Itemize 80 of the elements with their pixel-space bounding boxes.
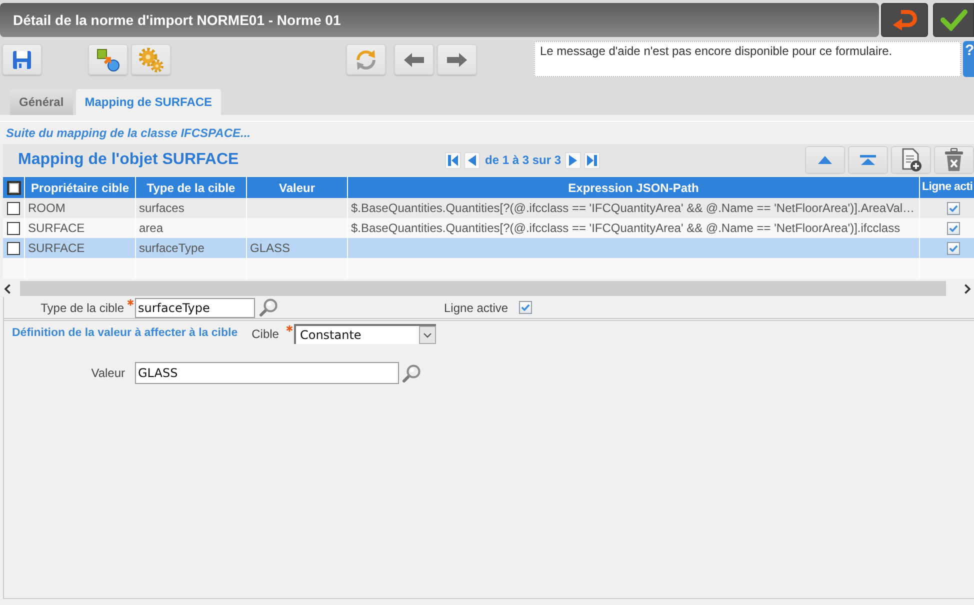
chevron-right-icon[interactable] <box>964 284 971 294</box>
refresh-icon <box>354 48 378 72</box>
checkmark-icon <box>940 9 968 31</box>
column-header: Propriétaire cible <box>30 180 130 196</box>
field-label: Cible <box>252 326 279 343</box>
delete-button[interactable] <box>934 146 974 174</box>
scrollbar-thumb[interactable] <box>20 281 946 296</box>
next-page-button[interactable] <box>565 152 582 168</box>
table-cell-text: SURFACE <box>28 220 85 237</box>
field-label: Ligne active <box>444 300 508 316</box>
section-subtitle: Suite du mapping de la classe IFCSPACE... <box>6 125 250 142</box>
previous-page-button[interactable] <box>464 152 480 168</box>
table-row[interactable]: SURFACE area $.BaseQuantities.Quantities[?(@.ifcclass == 'IFCQuantityArea' && @.Name == 'NetFloorArea')].ifcclass <box>3 218 974 238</box>
pagination-text: de 1 à 3 sur 3 <box>485 152 562 169</box>
table-cell-text: ROOM <box>28 200 66 217</box>
save-button[interactable] <box>2 44 42 75</box>
text-input[interactable]: surfaceType <box>135 298 255 318</box>
column-header: Type de la cible <box>146 180 236 196</box>
help-button[interactable]: ? <box>963 41 974 77</box>
shapes-icon <box>96 48 120 72</box>
column-header: Ligne acti <box>922 180 973 195</box>
refresh-button[interactable] <box>346 44 386 75</box>
confirm-button[interactable] <box>933 3 974 37</box>
gears-icon <box>138 46 164 72</box>
checkmark-icon <box>948 224 958 232</box>
field-label: Valeur <box>90 365 125 382</box>
arrow-left-icon <box>403 52 425 68</box>
trash-icon <box>944 148 964 172</box>
u-turn-arrow-icon <box>892 9 918 31</box>
shapes-tool-button[interactable] <box>88 44 128 75</box>
tab[interactable]: Général <box>10 89 73 115</box>
table-cell-text: SURFACE <box>28 240 85 257</box>
tab[interactable]: Mapping de SURFACE <box>76 89 222 115</box>
text-input[interactable]: GLASS <box>135 362 399 384</box>
grid-title: Mapping de l'objet SURFACE <box>18 150 239 170</box>
caret-up-bar-icon <box>860 155 876 165</box>
checkbox[interactable] <box>6 180 20 194</box>
previous-button[interactable] <box>394 44 434 75</box>
triangle-right-icon <box>569 154 578 166</box>
move-up-button[interactable] <box>805 146 845 174</box>
table-cell-text: surfaces <box>139 200 184 217</box>
last-page-button[interactable] <box>584 152 600 168</box>
search-icon[interactable] <box>402 364 421 382</box>
table-cell-text: area <box>139 220 164 237</box>
arrow-right-icon <box>446 52 468 68</box>
table-cell-text: $.BaseQuantities.Quantities[?(@.ifcclass == 'IFCQuantityArea' && @.Name == 'NetFloorArea')].ifcclass <box>351 220 900 237</box>
window-title: Détail de la norme d'import NORME01 - Norme 01 <box>13 10 341 30</box>
column-header: Valeur <box>278 180 316 196</box>
checkbox[interactable] <box>519 301 532 314</box>
checkmark-icon <box>948 204 958 212</box>
help-message: Le message d'aide n'est pas encore disponible pour ce formulaire. <box>534 41 961 77</box>
settings-button[interactable] <box>131 44 171 75</box>
table-cell-text: $.BaseQuantities.Quantities[?(@.ifcclass == 'IFCQuantityArea' && @.Name == 'NetFloorArea')].AreaVal… <box>351 200 915 217</box>
table-row[interactable]: ROOM surfaces $.BaseQuantities.Quantities[?(@.ifcclass == 'IFCQuantityArea' && @.Name == 'NetFloorArea')].AreaVal… <box>3 198 974 218</box>
next-button[interactable] <box>437 44 477 75</box>
checkmark-icon <box>521 304 530 311</box>
checkbox[interactable] <box>946 222 960 234</box>
table-cell-text: surfaceType <box>139 240 204 257</box>
column-header: Expression JSON-Path <box>568 180 699 196</box>
checkbox[interactable] <box>7 222 20 234</box>
add-row-button[interactable] <box>891 146 931 174</box>
skip-forward-icon <box>587 154 598 166</box>
checkbox[interactable] <box>7 202 20 214</box>
checkmark-icon <box>948 244 958 252</box>
chevron-left-icon[interactable] <box>4 284 11 294</box>
checkbox[interactable] <box>7 242 20 254</box>
back-button[interactable] <box>881 3 928 37</box>
document-plus-icon <box>900 148 922 172</box>
search-icon[interactable] <box>259 298 278 317</box>
checkbox[interactable] <box>946 202 960 214</box>
dropdown-select[interactable]: Constante <box>294 324 436 344</box>
checkbox[interactable] <box>946 242 960 254</box>
triangle-left-icon <box>468 154 476 166</box>
table-row[interactable]: SURFACE surfaceType GLASS <box>3 238 974 258</box>
table-cell-text: GLASS <box>250 240 290 257</box>
caret-up-icon <box>818 156 832 164</box>
field-label: Type de la cible <box>40 300 124 316</box>
first-page-button[interactable] <box>445 152 461 168</box>
skip-back-icon <box>448 154 458 166</box>
section-title: Définition de la valeur à affecter à la cible <box>12 326 238 342</box>
